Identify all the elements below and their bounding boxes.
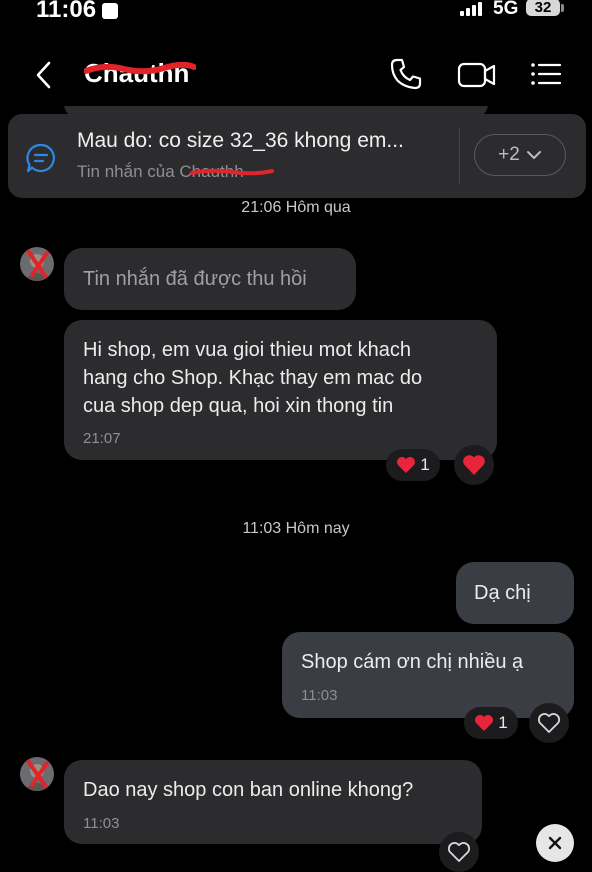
heart-icon — [475, 715, 494, 731]
react-button[interactable] — [529, 703, 569, 743]
pinned-message-title: Mau do: co size 32_36 khong em... — [77, 129, 404, 152]
more-pinned-count: +2 — [498, 144, 520, 165]
avatar[interactable] — [20, 247, 54, 281]
message-text: Dạ chị — [474, 582, 531, 604]
video-call-button[interactable] — [456, 56, 498, 92]
reaction-count: 1 — [498, 713, 508, 732]
heart-icon — [463, 455, 485, 475]
message-time: 11:03 — [83, 815, 120, 832]
signal-strength-icon — [460, 2, 482, 16]
date-separator-today: 11:03 Hôm nay — [242, 520, 350, 537]
react-button[interactable] — [454, 445, 494, 485]
message-time: 21:07 — [83, 430, 121, 447]
message-text: Tin nhắn đã được thu hồi — [83, 268, 307, 290]
network-type: 5G — [493, 0, 519, 19]
message-text: Shop cám ơn chị nhiều ạ — [301, 651, 524, 673]
more-pinned-button[interactable]: +2 — [474, 134, 566, 176]
message-bubble-recalled[interactable]: Tin nhắn đã được thu hồi — [64, 248, 356, 310]
avatar-image — [20, 247, 54, 281]
pinned-icon-wrap — [24, 141, 58, 175]
banner-divider — [459, 127, 460, 185]
message-bubble-outgoing[interactable]: Shop cám ơn chị nhiều ạ 11:03 — [282, 632, 574, 718]
heart-icon — [397, 457, 416, 473]
video-camera-icon — [457, 62, 496, 88]
redaction-scribble — [190, 168, 274, 176]
menu-button[interactable] — [528, 56, 564, 92]
message-bubble-incoming[interactable]: Dao nay shop con ban online khong? 11:03 — [64, 760, 482, 844]
message-text-line-3: cua shop dep qua, hoi xin thong tin — [83, 395, 394, 417]
react-button[interactable] — [439, 832, 479, 872]
message-bubble-incoming[interactable]: Hi shop, em vua gioi thieu mot khach han… — [64, 320, 497, 460]
message-bubble-outgoing[interactable]: Dạ chị — [456, 562, 574, 624]
heart-outline-icon — [447, 842, 471, 862]
status-time: 11:06 — [36, 0, 97, 23]
battery-indicator: 32 — [526, 0, 560, 16]
close-button[interactable] — [536, 824, 574, 862]
reaction-badge[interactable]: 1 — [386, 449, 440, 481]
chat-bubble-icon — [26, 143, 55, 173]
avatar[interactable] — [20, 757, 54, 791]
message-text-line-1: Hi shop, em vua gioi thieu mot khach — [83, 339, 411, 361]
sim-card-icon — [102, 3, 118, 19]
call-button[interactable] — [388, 56, 424, 92]
battery-tip — [561, 4, 564, 12]
phone-icon — [390, 58, 422, 90]
reaction-badge[interactable]: 1 — [464, 707, 518, 739]
chevron-down-icon — [526, 151, 541, 159]
redaction-scribble — [84, 62, 196, 75]
close-icon — [548, 836, 562, 850]
reaction-count: 1 — [420, 455, 430, 474]
chevron-left-icon — [36, 61, 51, 89]
date-separator-yesterday: 21:06 Hôm qua — [241, 199, 351, 216]
avatar-image — [20, 757, 54, 791]
heart-outline-icon — [537, 713, 561, 733]
message-text: Dao nay shop con ban online khong? — [83, 779, 414, 801]
back-button[interactable] — [30, 58, 60, 92]
menu-list-icon — [531, 63, 562, 85]
message-time: 11:03 — [301, 687, 338, 704]
message-text-line-2: hang cho Shop. Khạc thay em mac do — [83, 367, 423, 389]
